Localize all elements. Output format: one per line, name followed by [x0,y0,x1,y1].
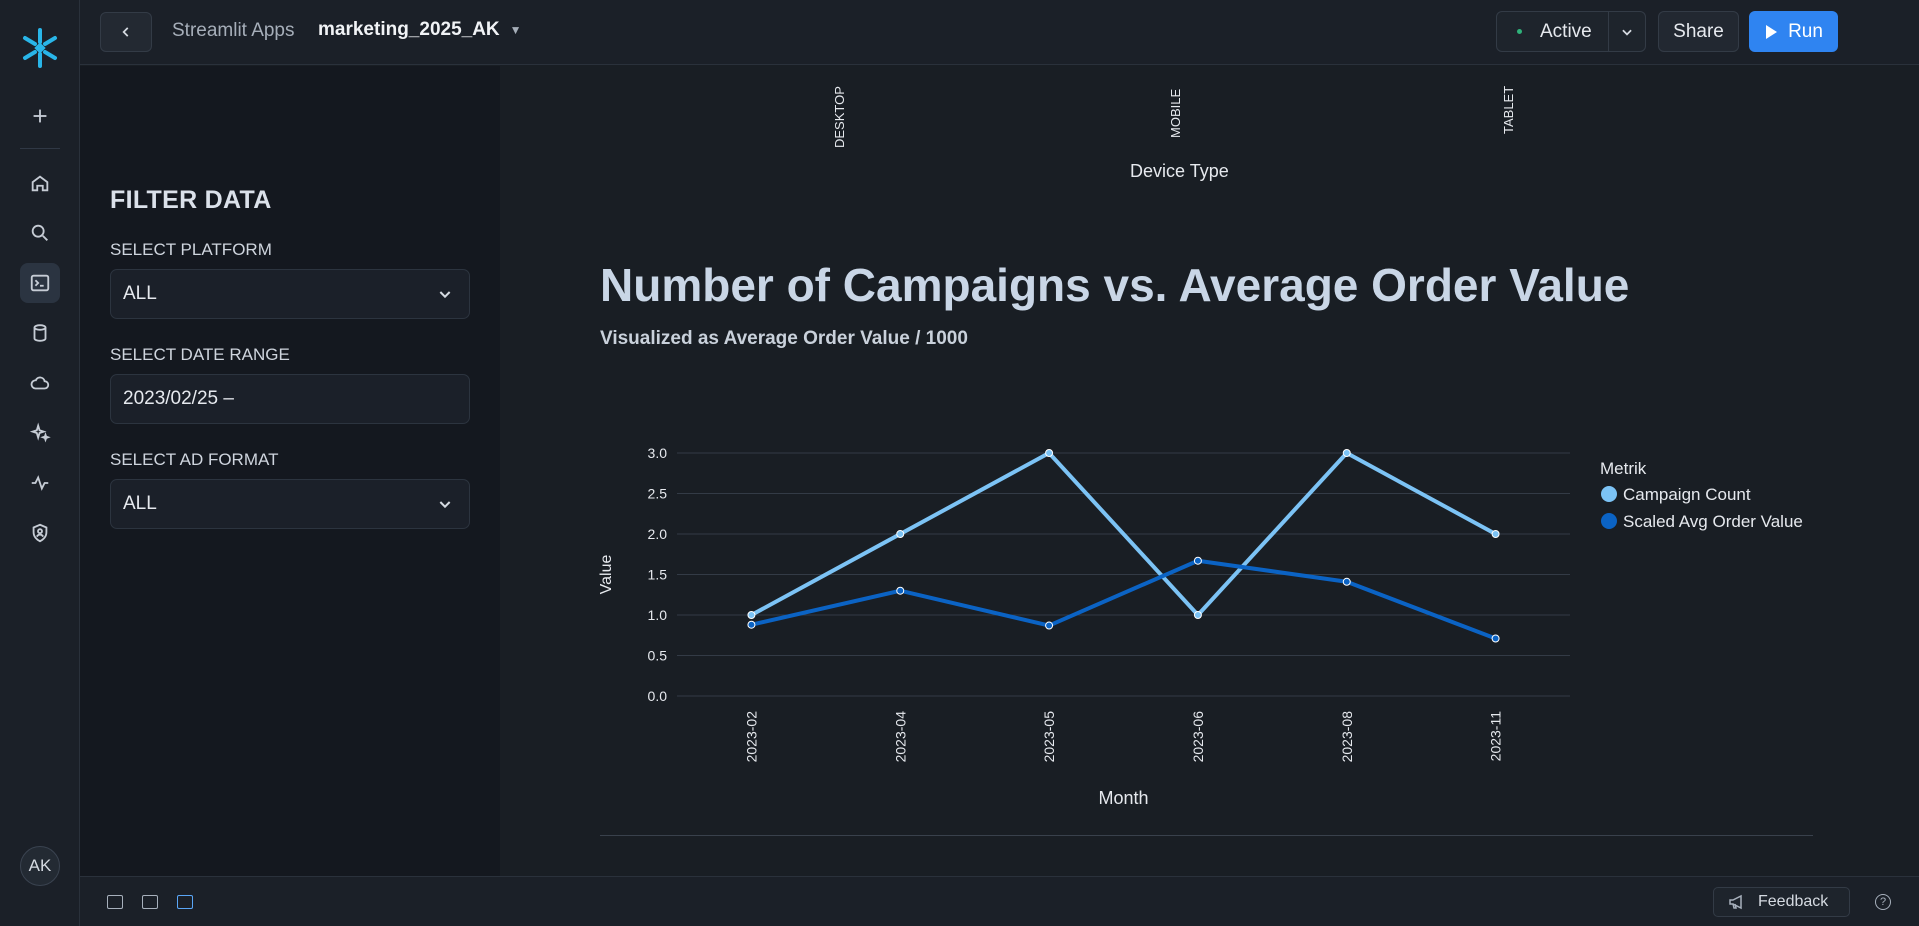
device-tick-mobile: MOBILE [1168,88,1183,138]
chevron-left-icon [122,27,129,37]
device-tick-desktop: DESKTOP [832,86,847,148]
legend-label: Campaign Count [1623,485,1751,504]
activity-icon[interactable] [20,463,60,503]
x-tick-label: 2023-04 [892,711,908,763]
data-point [1342,449,1351,457]
avatar[interactable]: AK [20,846,60,886]
breadcrumb[interactable]: Streamlit Apps [172,20,295,42]
projects-icon[interactable] [20,263,60,303]
status-control: Active [1496,11,1646,52]
data-point [1342,577,1351,586]
left-rail: AK [0,0,80,926]
platform-label: SELECT PLATFORM [110,240,272,259]
y-tick-label: 2.0 [648,526,668,542]
y-tick-label: 1.5 [648,567,668,583]
chevron-down-icon [439,501,451,509]
status-button[interactable]: Active [1497,12,1609,51]
status-label: Active [1540,20,1592,42]
search-icon[interactable] [20,213,60,253]
app-name-dropdown[interactable]: marketing_2025_AK ▼ [318,19,522,41]
chart-heading: Number of Campaigns vs. Average Order Va… [600,259,1630,311]
app-name: marketing_2025_AK [318,19,500,40]
snowflake-logo-icon[interactable] [20,26,60,70]
feedback-button[interactable]: Feedback [1713,887,1850,917]
data-point [747,620,756,629]
layout-split-icon[interactable] [142,895,158,909]
plus-icon[interactable] [20,96,60,136]
filter-heading: FILTER DATA [110,186,272,214]
database-icon[interactable] [20,313,60,353]
data-point [1045,621,1054,630]
share-button[interactable]: Share [1658,11,1739,52]
line-chart: 3.0 2.5 2.0 1.5 1.0 0.5 0.0 Value 2023-02 2023-04… [598,445,1803,808]
y-tick-label: 2.5 [648,486,668,502]
legend-title: Metrik [1600,459,1647,478]
series-line-2 [750,558,1497,641]
shield-user-icon[interactable] [20,513,60,553]
layout-preview-icon[interactable] [177,895,193,909]
sparkle-icon[interactable] [20,413,60,453]
data-point [1045,449,1054,457]
data-point [1193,611,1202,619]
date-range-label: SELECT DATE RANGE [110,345,290,364]
x-tick-label: 2023-11 [1488,711,1504,762]
cloud-icon[interactable] [20,363,60,403]
ad-format-label: SELECT AD FORMAT [110,450,279,469]
back-button[interactable] [100,12,152,52]
legend-label: Scaled Avg Order Value [1623,512,1803,531]
x-tick-label: 2023-02 [743,711,759,763]
legend-swatch [1601,486,1617,502]
chevron-down-icon [1622,29,1632,36]
play-icon [1766,24,1778,39]
y-tick-label: 0.5 [648,648,668,664]
data-point [747,611,756,619]
status-dropdown-button[interactable] [1609,12,1645,51]
date-range-input[interactable]: 2023/02/25 – [110,374,470,424]
chevron-down-icon [439,291,451,299]
feedback-label: Feedback [1758,893,1829,910]
x-tick-label: 2023-06 [1190,711,1206,763]
rail-divider [20,148,60,149]
y-tick-label: 0.0 [648,688,668,704]
data-point [1491,530,1500,538]
platform-value: ALL [123,283,157,304]
data-point [896,530,905,538]
section-divider [600,835,1813,836]
caret-down-icon: ▼ [509,23,522,37]
y-axis-title: Value [598,555,615,595]
device-axis-title: Device Type [1130,161,1229,181]
home-icon[interactable] [20,163,60,203]
data-point [1193,556,1202,565]
data-point [1491,634,1500,643]
date-range-value: 2023/02/25 – [123,388,234,409]
y-tick-label: 1.0 [648,607,668,623]
megaphone-icon [1729,894,1742,910]
help-icon[interactable]: ? [1875,894,1891,910]
legend-swatch [1601,513,1617,529]
device-tick-tablet: TABLET [1501,85,1516,134]
status-dot-icon [1517,29,1522,34]
x-tick-label: 2023-08 [1339,711,1355,763]
ad-format-value: ALL [123,493,157,514]
top-bar: Streamlit Apps marketing_2025_AK ▼ Activ… [80,0,1919,65]
main-content: DESKTOP MOBILE TABLET Device Type Number… [500,66,1919,876]
run-button[interactable]: Run [1749,11,1838,52]
platform-select[interactable]: ALL [110,269,470,319]
filter-sidebar: FILTER DATA SELECT PLATFORM ALL SELECT D… [80,66,500,876]
x-tick-label: 2023-05 [1041,711,1057,763]
x-axis-title: Month [1098,788,1148,808]
bottom-bar: Feedback ? [80,876,1919,926]
y-tick-label: 3.0 [648,445,668,461]
chart-subheading: Visualized as Average Order Value / 1000 [600,328,968,349]
run-label: Run [1788,20,1823,42]
layout-editor-icon[interactable] [107,895,123,909]
ad-format-select[interactable]: ALL [110,479,470,529]
data-point [896,586,905,595]
